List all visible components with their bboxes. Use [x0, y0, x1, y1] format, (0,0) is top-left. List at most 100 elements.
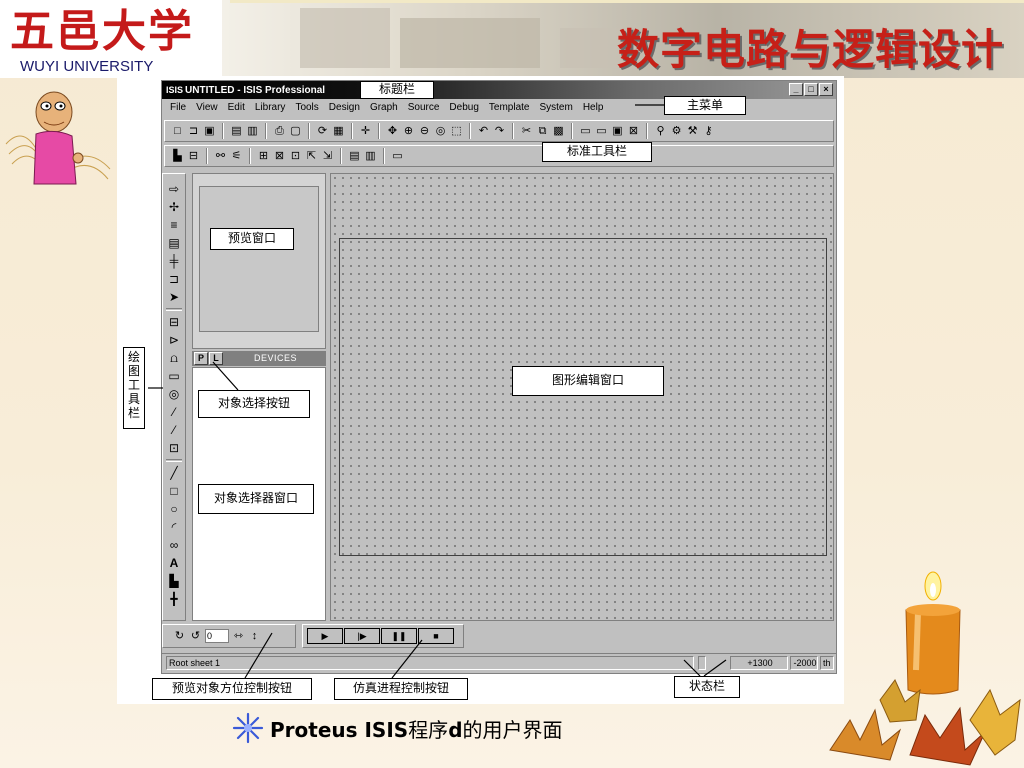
new-file-icon[interactable]: □ [171, 125, 184, 138]
marker-icon[interactable]: ╋ [166, 590, 182, 608]
callout-title-bar: 标题栏 [360, 81, 434, 99]
save-icon[interactable]: ▣ [203, 125, 216, 138]
component-mode-icon[interactable]: ⇨ [166, 180, 182, 198]
redo-icon[interactable]: ↷ [493, 125, 506, 138]
edit-window[interactable] [330, 173, 834, 621]
copy-icon[interactable]: ⧉ [536, 125, 549, 138]
step-button[interactable]: |▶ [344, 628, 380, 644]
minimize-button[interactable]: _ [789, 83, 803, 96]
block-move-icon[interactable]: ▭ [595, 125, 608, 138]
new-sheet-icon[interactable]: ⊞ [257, 150, 270, 163]
toolbar-separator [512, 123, 514, 139]
menu-edit[interactable]: Edit [223, 99, 250, 117]
maximize-button[interactable]: □ [804, 83, 818, 96]
goto-sheet-icon[interactable]: ⊡ [289, 150, 302, 163]
menu-file[interactable]: File [165, 99, 191, 117]
cartoon-professor-image [5, 91, 111, 185]
export-icon[interactable]: ▥ [246, 125, 259, 138]
junction-dot-icon[interactable]: ✢ [166, 198, 182, 216]
line-icon[interactable]: ╱ [166, 464, 182, 482]
generator-icon[interactable]: ◎ [166, 385, 182, 403]
search-tag-icon[interactable]: ⊟ [187, 150, 200, 163]
redraw-icon[interactable]: ⟳ [316, 125, 329, 138]
graph-icon[interactable]: ⩍ [166, 349, 182, 367]
pause-button[interactable]: ❚❚ [381, 628, 417, 644]
box-icon[interactable]: □ [166, 482, 182, 500]
terminals-icon[interactable]: ⊟ [166, 313, 182, 331]
import-icon[interactable]: ▤ [230, 125, 243, 138]
origin-icon[interactable]: ✛ [359, 125, 372, 138]
drawing-toolbar: ⇨ ✢ ≡ ▤ ╪ ⊐ ➤ ⊟ ⊳ ⩍ ▭ ◎ ⁄ ⁄ ⊡ ╱ □ ○ ◜ ∞ … [162, 173, 186, 621]
cut-icon[interactable]: ✂ [520, 125, 533, 138]
menu-design[interactable]: Design [324, 99, 365, 117]
pan-icon[interactable]: ✥ [386, 125, 399, 138]
toolbar-separator [308, 123, 310, 139]
menu-debug[interactable]: Debug [444, 99, 483, 117]
mirror-vertical-icon[interactable]: ↕ [248, 630, 261, 643]
menu-library[interactable]: Library [250, 99, 291, 117]
property-assign-icon[interactable]: ⚟ [230, 150, 243, 163]
menu-template[interactable]: Template [484, 99, 535, 117]
block-copy-icon[interactable]: ▭ [579, 125, 592, 138]
menu-graph[interactable]: Graph [365, 99, 403, 117]
rotate-ccw-icon[interactable]: ↺ [189, 630, 202, 643]
preview-window[interactable] [192, 173, 326, 349]
print-icon[interactable]: ⎙ [273, 125, 286, 138]
current-probe-icon[interactable]: ⁄ [166, 421, 182, 439]
preview-canvas[interactable] [199, 186, 319, 332]
arc-icon[interactable]: ◜ [166, 518, 182, 536]
menu-source[interactable]: Source [403, 99, 445, 117]
circle-icon[interactable]: ○ [166, 500, 182, 518]
block-delete-icon[interactable]: ⊠ [627, 125, 640, 138]
remove-sheet-icon[interactable]: ⊠ [273, 150, 286, 163]
device-pins-icon[interactable]: ⊳ [166, 331, 182, 349]
path-icon[interactable]: ∞ [166, 536, 182, 554]
packaging-tool-icon[interactable]: ⚒ [686, 125, 699, 138]
text-icon[interactable]: A [166, 554, 182, 572]
devices-title: DEVICES [254, 353, 298, 363]
text-script-icon[interactable]: ▤ [166, 234, 182, 252]
decompose-icon[interactable]: ⚷ [702, 125, 715, 138]
child-sheet-icon[interactable]: ⇲ [321, 150, 334, 163]
toolbar-separator [378, 123, 380, 139]
close-button[interactable]: × [819, 83, 833, 96]
selection-arrow-icon[interactable]: ➤ [166, 288, 182, 306]
grid-icon[interactable]: ▦ [332, 125, 345, 138]
symbol-icon[interactable]: ▙ [166, 572, 182, 590]
zoom-area-icon[interactable]: ⬚ [450, 125, 463, 138]
virtual-instrument-icon[interactable]: ⊡ [166, 439, 182, 457]
bus-icon[interactable]: ╪ [166, 252, 182, 270]
netlist-to-ares-icon[interactable]: ▭ [391, 150, 404, 163]
menu-view[interactable]: View [191, 99, 223, 117]
library-manager-button[interactable]: L [209, 352, 223, 365]
rotation-angle-input[interactable]: 0 [205, 629, 229, 643]
rotate-cw-icon[interactable]: ↻ [173, 630, 186, 643]
play-button[interactable]: ▶ [307, 628, 343, 644]
stop-button[interactable]: ■ [418, 628, 454, 644]
bill-of-materials-icon[interactable]: ▤ [348, 150, 361, 163]
exit-to-parent-icon[interactable]: ⇱ [305, 150, 318, 163]
subcircuit-icon[interactable]: ⊐ [166, 270, 182, 288]
search-icon[interactable]: ⚯ [214, 150, 227, 163]
menu-tools[interactable]: Tools [290, 99, 323, 117]
toolbar-separator [222, 123, 224, 139]
wire-label-icon[interactable]: ≡ [166, 216, 182, 234]
open-file-icon[interactable]: ⊐ [187, 125, 200, 138]
electrical-check-icon[interactable]: ▥ [364, 150, 377, 163]
paste-icon[interactable]: ▩ [552, 125, 565, 138]
pick-device-button[interactable]: P [194, 352, 208, 365]
voltage-probe-icon[interactable]: ⁄ [166, 403, 182, 421]
zoom-in-icon[interactable]: ⊕ [402, 125, 415, 138]
zoom-all-icon[interactable]: ◎ [434, 125, 447, 138]
tape-recorder-icon[interactable]: ▭ [166, 367, 182, 385]
zoom-out-icon[interactable]: ⊖ [418, 125, 431, 138]
make-device-icon[interactable]: ⚙ [670, 125, 683, 138]
mirror-horizontal-icon[interactable]: ⇿ [232, 630, 245, 643]
undo-icon[interactable]: ↶ [477, 125, 490, 138]
menu-help[interactable]: Help [578, 99, 609, 117]
wire-autorouter-icon[interactable]: ▙ [171, 150, 184, 163]
print-area-icon[interactable]: ▢ [289, 125, 302, 138]
block-rotate-icon[interactable]: ▣ [611, 125, 624, 138]
pick-device-icon[interactable]: ⚲ [654, 125, 667, 138]
menu-system[interactable]: System [534, 99, 577, 117]
